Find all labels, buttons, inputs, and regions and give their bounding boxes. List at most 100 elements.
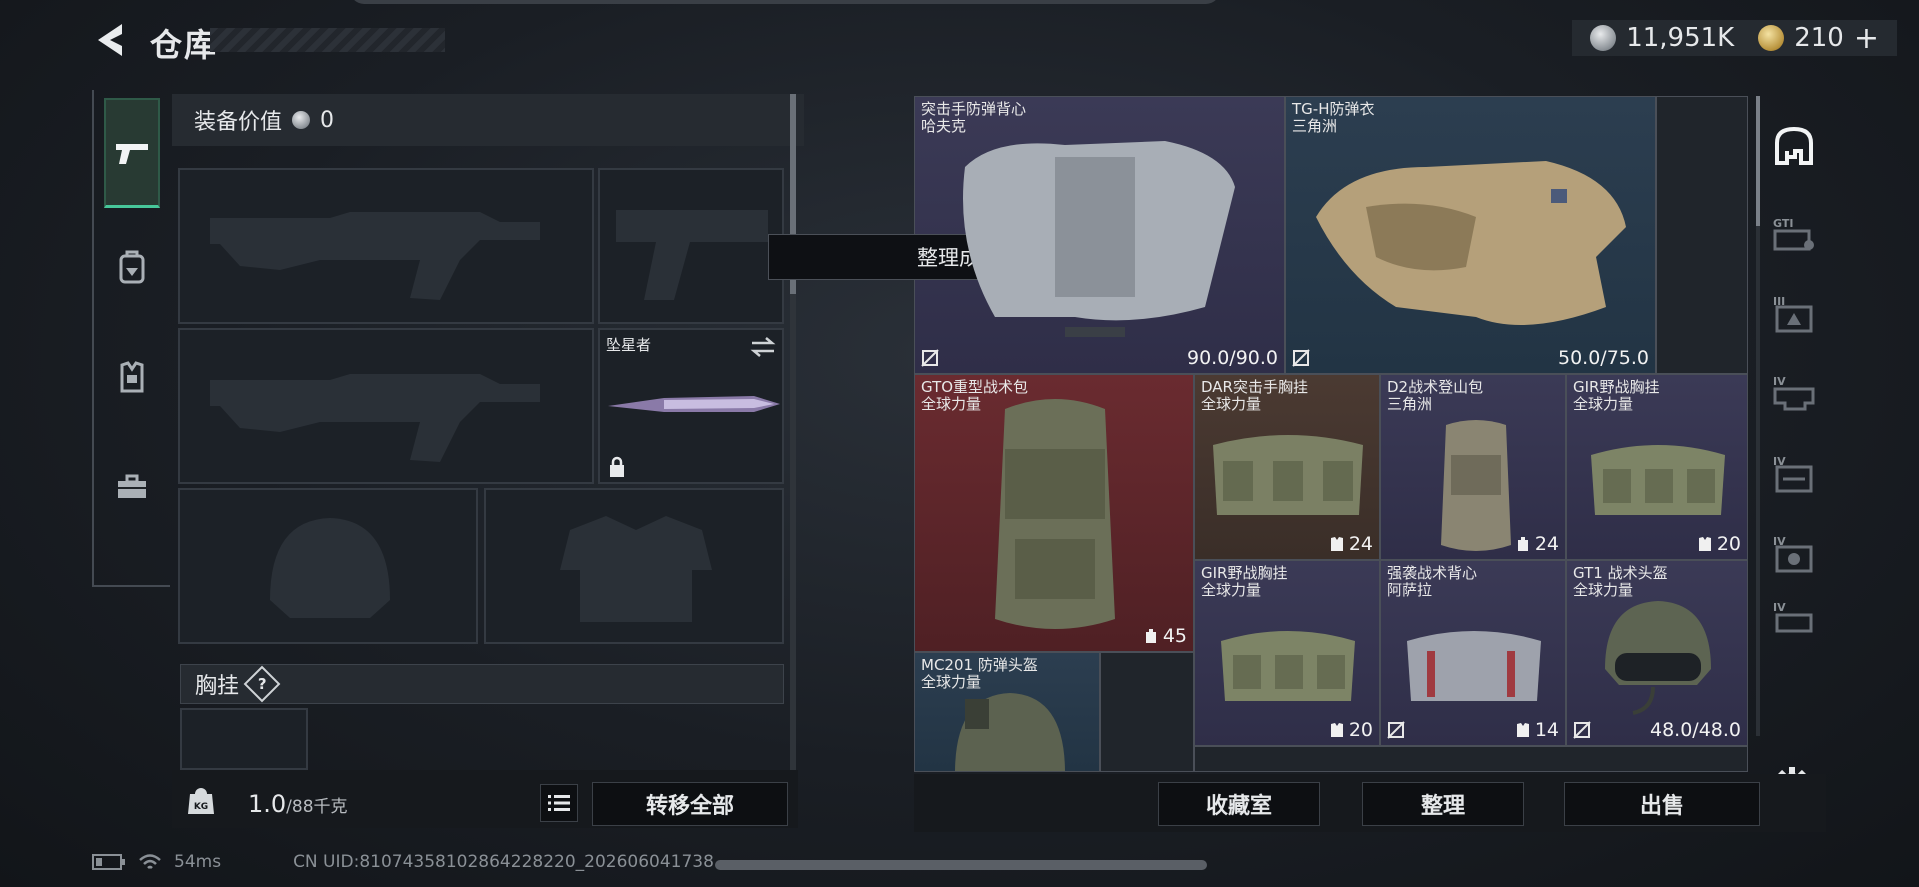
warehouse-item[interactable]: MC201 防弹头盔 全球力量 bbox=[914, 652, 1100, 772]
home-indicator[interactable] bbox=[715, 860, 1207, 870]
tab-level-iii[interactable]: III bbox=[1766, 286, 1822, 342]
tab-vest[interactable] bbox=[104, 322, 160, 432]
item-capacity: 45 bbox=[1143, 625, 1187, 647]
svg-text:KG: KG bbox=[194, 802, 208, 812]
tab-level-iv-a[interactable]: IV bbox=[1766, 366, 1822, 422]
swap-icon[interactable] bbox=[750, 336, 776, 358]
sell-button[interactable]: 出售 bbox=[1564, 782, 1760, 826]
svg-text:IV: IV bbox=[1773, 601, 1786, 614]
item-source: 全球力量 bbox=[1573, 395, 1634, 413]
vest-icon bbox=[120, 361, 144, 393]
warehouse-item[interactable]: 强袭战术背心 阿萨拉 14 bbox=[1380, 560, 1566, 746]
no-case-icon bbox=[1387, 721, 1405, 739]
armor-slot[interactable] bbox=[484, 488, 784, 644]
level-iii-icon: III bbox=[1773, 295, 1813, 333]
silver-coin-icon bbox=[1590, 25, 1617, 51]
primary-weapon-slot[interactable] bbox=[178, 168, 594, 324]
back-arrow-icon[interactable] bbox=[92, 20, 128, 60]
helmet-slot[interactable] bbox=[178, 488, 478, 644]
item-name: GTO重型战术包 bbox=[921, 378, 1029, 396]
toolbox-icon bbox=[118, 474, 146, 498]
item-name: DAR突击手胸挂 bbox=[1201, 378, 1308, 396]
tab-level-gti[interactable]: GTI bbox=[1766, 206, 1822, 262]
warehouse-item[interactable]: 突击手防弹背心 哈夫克 90.0/90.0 bbox=[914, 96, 1285, 374]
armor-vest-image bbox=[963, 141, 1235, 337]
item-source: 哈夫克 bbox=[921, 117, 967, 135]
armor-vest-image bbox=[1316, 161, 1626, 325]
warehouse-item[interactable]: GTO重型战术包 全球力量 45 bbox=[914, 374, 1194, 652]
no-case-icon bbox=[1292, 349, 1310, 367]
secondary-weapon-slot[interactable] bbox=[178, 328, 594, 484]
item-capacity: 24 bbox=[1329, 533, 1373, 555]
capacity-icon bbox=[1517, 537, 1528, 551]
warehouse-item[interactable]: TG-H防弹衣 三角洲 50.0/75.0 bbox=[1285, 96, 1656, 374]
silver-coin-icon bbox=[292, 111, 311, 129]
empty-cell bbox=[1100, 652, 1194, 772]
warehouse-item[interactable]: GIR野战胸挂 全球力量 20 bbox=[1194, 560, 1380, 746]
no-case-icon bbox=[921, 349, 939, 367]
melee-weapon-slot[interactable]: 坠星者 bbox=[598, 328, 784, 484]
gold-add-button[interactable]: + bbox=[1854, 21, 1879, 56]
help-icon[interactable]: ? bbox=[243, 665, 281, 703]
level-iv-icon: IV bbox=[1773, 535, 1813, 573]
tactical-vest-image bbox=[1407, 631, 1541, 701]
item-durability: 50.0/75.0 bbox=[1557, 347, 1649, 369]
tab-level-iv-c[interactable]: IV bbox=[1766, 526, 1822, 582]
organize-button[interactable]: 整理 bbox=[1362, 782, 1524, 826]
equipment-value: 0 bbox=[320, 107, 335, 133]
capacity-icon bbox=[1145, 629, 1156, 643]
warehouse-item[interactable]: GIR野战胸挂 全球力量 20 bbox=[1566, 374, 1748, 560]
svg-text:GTI: GTI bbox=[1773, 217, 1793, 230]
pistol-slot[interactable] bbox=[598, 168, 784, 324]
item-name: GIR野战胸挂 bbox=[1573, 378, 1660, 396]
item-name: 突击手防弹背心 bbox=[921, 100, 1027, 118]
item-capacity: 20 bbox=[1329, 719, 1373, 741]
transfer-all-button[interactable]: 转移全部 bbox=[592, 782, 788, 826]
silver-amount: 11,951K bbox=[1626, 23, 1735, 53]
warehouse-category-tabs: GTI III IV IV IV IV bbox=[1760, 96, 1826, 801]
armor-silhouette-icon bbox=[560, 516, 712, 622]
rifle-silhouette-icon bbox=[210, 374, 540, 462]
chest-rig-header: 胸挂 ? bbox=[180, 664, 784, 704]
tab-weapons[interactable] bbox=[104, 98, 160, 208]
item-name: D2战术登山包 bbox=[1387, 378, 1484, 396]
list-view-button[interactable] bbox=[540, 784, 578, 822]
item-source: 三角洲 bbox=[1292, 117, 1338, 135]
tab-backpack[interactable] bbox=[104, 212, 160, 322]
backpack-image bbox=[995, 399, 1115, 629]
warehouse-item[interactable]: DAR突击手胸挂 全球力量 24 bbox=[1194, 374, 1380, 560]
collection-room-button[interactable]: 收藏室 bbox=[1158, 782, 1320, 826]
item-durability: 90.0/90.0 bbox=[1186, 347, 1278, 369]
equipment-value-header: 装备价值 0 bbox=[172, 94, 804, 146]
warehouse-item[interactable]: GT1 战术头盔 全球力量 48.0/48.0 bbox=[1566, 560, 1748, 746]
tab-supplies[interactable] bbox=[104, 432, 160, 542]
item-source: 全球力量 bbox=[921, 395, 982, 413]
status-bar: 54ms CN UID:8107435810286422822​0_202606… bbox=[92, 850, 714, 874]
tab-all[interactable] bbox=[1766, 118, 1822, 174]
item-capacity: 14 bbox=[1515, 719, 1559, 741]
item-name: 强袭战术背心 bbox=[1387, 564, 1478, 582]
list-icon bbox=[548, 795, 570, 811]
no-case-icon bbox=[1285, 721, 1303, 739]
equipment-value-label: 装备价值 bbox=[194, 110, 283, 135]
backpack-image bbox=[1441, 420, 1511, 551]
vest-capacity-icon bbox=[1698, 537, 1711, 551]
tab-level-iv-d[interactable]: IV bbox=[1766, 596, 1822, 636]
item-source: 阿萨拉 bbox=[1387, 581, 1433, 599]
weight-max: /88千克 bbox=[286, 797, 348, 817]
pistol-silhouette-icon bbox=[616, 210, 768, 300]
item-source: 全球力量 bbox=[1201, 581, 1262, 599]
top-notch bbox=[350, 0, 1220, 4]
svg-text:IV: IV bbox=[1773, 375, 1786, 388]
weight-readout: 1.0/88千克 bbox=[248, 790, 348, 818]
warehouse-grid: 突击手防弹背心 哈夫克 90.0/90.0 TG-H防弹衣 三角洲 50.0/75.… bbox=[914, 96, 1748, 772]
vest-capacity-icon bbox=[1330, 723, 1343, 737]
item-name: GT1 战术头盔 bbox=[1573, 564, 1668, 582]
tab-level-iv-b[interactable]: IV bbox=[1766, 446, 1822, 502]
currency-bar: 11,951K 210 + bbox=[1572, 20, 1897, 56]
level-iv-icon: IV bbox=[1773, 455, 1813, 493]
item-source: 全球力量 bbox=[921, 673, 982, 691]
gold-coin-icon bbox=[1758, 25, 1785, 51]
chest-rig-slot[interactable] bbox=[180, 708, 308, 770]
warehouse-item[interactable]: D2战术登山包 三角洲 24 bbox=[1380, 374, 1566, 560]
